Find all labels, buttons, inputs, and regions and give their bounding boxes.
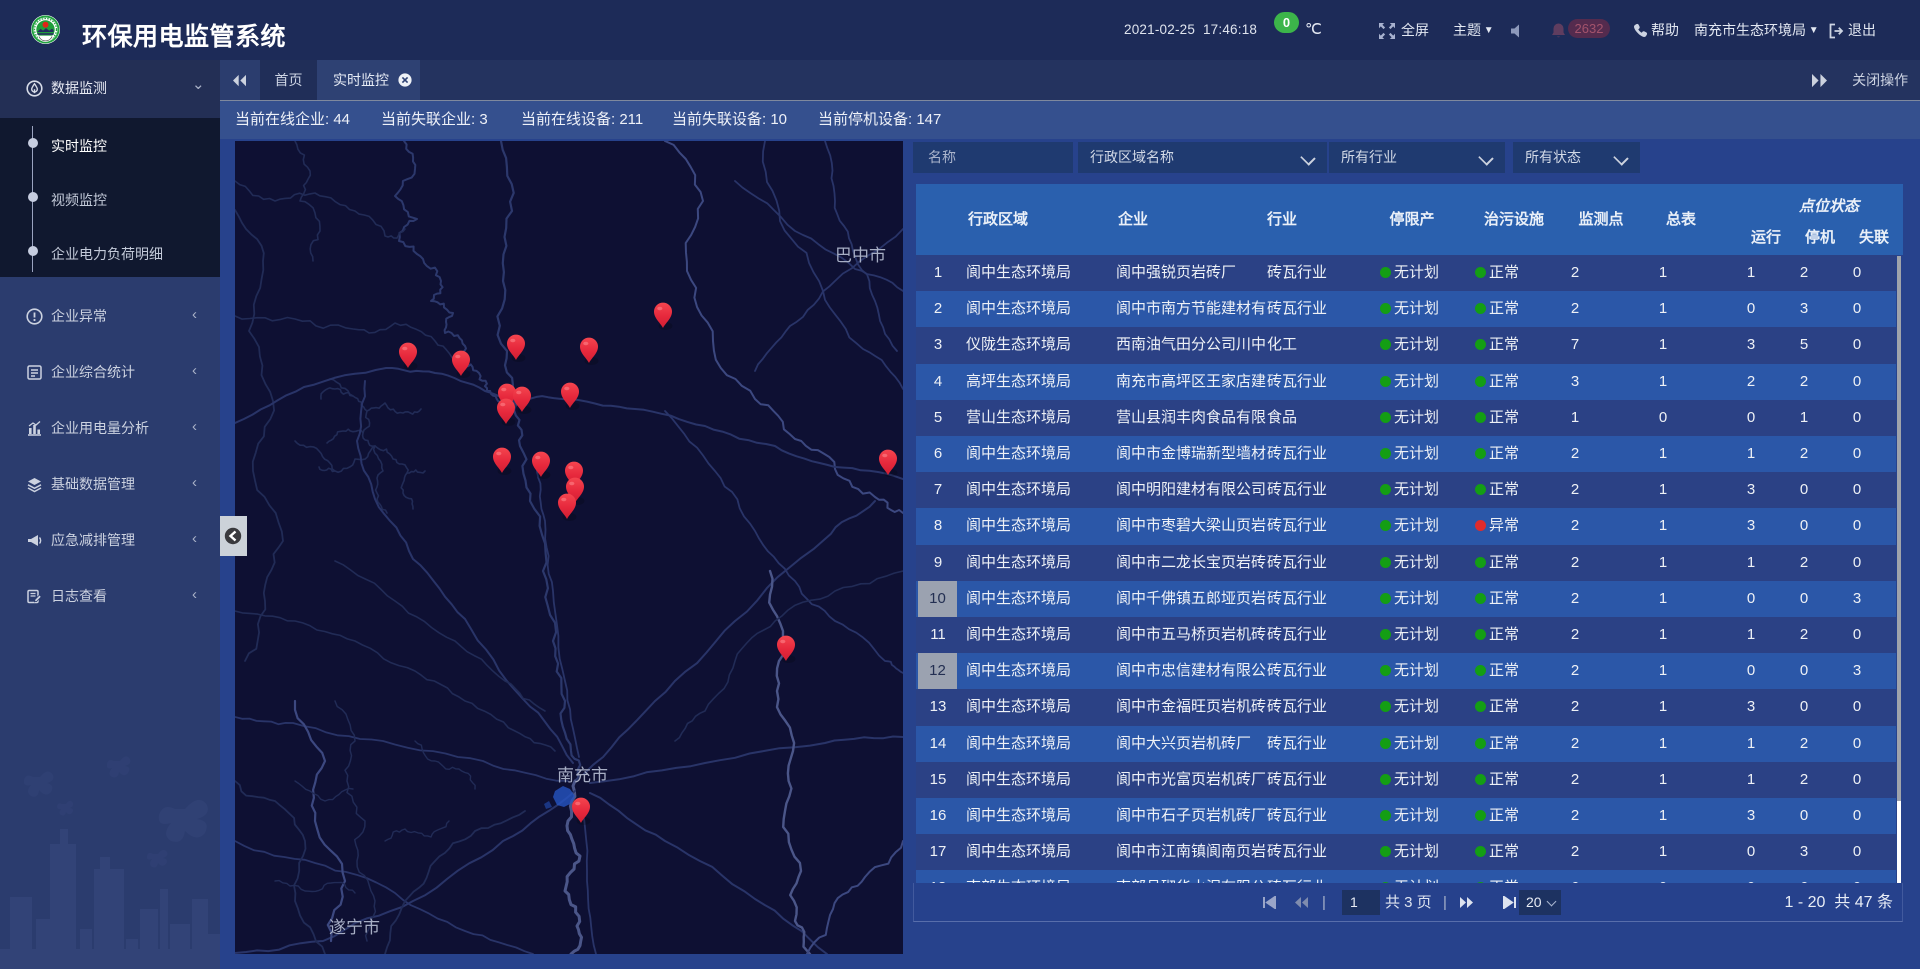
svg-text:遂宁市: 遂宁市 — [329, 918, 380, 937]
svg-text:南充市: 南充市 — [557, 766, 608, 785]
svg-text:巴中市: 巴中市 — [835, 246, 886, 265]
